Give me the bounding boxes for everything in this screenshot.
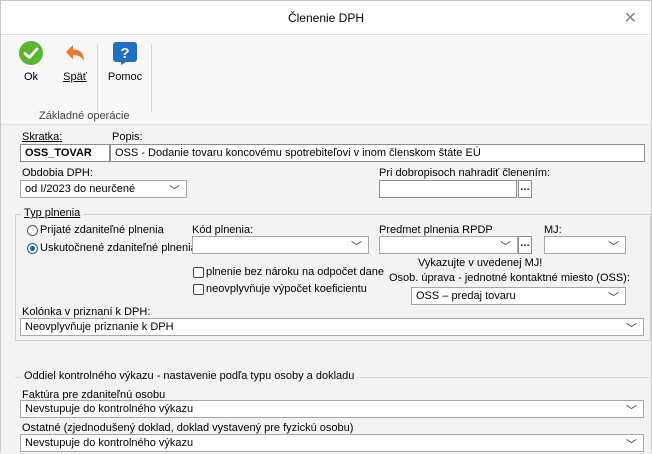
kolonka-value: Neovplyvňuje priznanie k DPH [25,321,174,333]
popis-input[interactable]: OSS - Dodanie tovaru koncovému spotrebit… [110,144,645,162]
osob-uprava-label: Osob. úprava - jednotné kontaktné miesto… [389,272,630,284]
skratka-label: Skratka: [22,131,62,143]
chevron-down-icon: ﹀ [626,405,637,417]
svg-text:?: ? [120,45,129,62]
dobropis-input[interactable] [379,180,517,198]
chevron-down-icon: ﹀ [626,323,637,335]
chevron-down-icon: ﹀ [608,241,619,253]
predmet-label: Predmet plnenia RPDP [379,224,493,236]
mj-select[interactable]: ﹀ [544,236,626,254]
radio-uskutocnene-label: Uskutočnené zdaniteľné plnenia [40,242,197,254]
undo-arrow-icon [66,45,84,61]
chevron-down-icon: ﹀ [626,439,637,451]
ribbon-separator [97,44,98,112]
faktura-value: Nevstupuje do kontrolného výkazu [25,403,194,415]
predmet-select[interactable]: ﹀ [379,236,518,254]
radio-uskutocnene[interactable] [27,243,38,254]
help-button[interactable]: ? Pomoc [105,40,145,83]
obdobia-select[interactable]: od I/2023 do neurčené ﹀ [20,180,187,198]
radio-prijate-label: Prijaté zdaniteľné plnenia [40,224,164,236]
help-label: Pomoc [107,71,143,83]
checkbox-neovplyvnuje[interactable] [193,284,204,295]
title-bar: Členenie DPH ✕ [1,1,651,35]
dialog-window: Členenie DPH ✕ Ok Späť ? Pomoc Základné … [0,0,652,454]
ribbon-group-label: Základné operácie [39,110,130,122]
skratka-input[interactable]: OSS_TOVAR [20,144,110,162]
obdobia-label: Obdobia DPH: [22,167,93,179]
chevron-down-icon: ﹀ [608,292,619,304]
ostatne-label: Ostatné (zjednodušený doklad, doklad vys… [22,422,354,434]
skratka-label-text: Skratka: [22,131,63,143]
ok-label: Ok [23,71,39,83]
dobropis-label: Pri dobropisoch nahradiť členením: [379,167,551,179]
back-button[interactable]: Späť [57,40,93,83]
ostatne-value: Nevstupuje do kontrolného výkazu [25,437,194,449]
close-icon[interactable]: ✕ [624,8,637,28]
chevron-down-icon: ﹀ [500,241,511,253]
radio-prijate[interactable] [27,225,38,236]
help-icon: ? [113,42,137,65]
popis-label: Popis: [112,131,143,143]
osob-uprava-select[interactable]: OSS – predaj tovaru ﹀ [411,287,626,305]
vykazujte-text: Vykazujte v uvedenej MJ! [418,257,543,269]
typ-plnenia-title-text: Typ plnenia [24,207,81,219]
form-area: Skratka: Popis: OSS_TOVAR OSS - Dodanie … [1,125,651,454]
ok-button[interactable]: Ok [13,40,49,83]
window-title: Členenie DPH [287,11,365,25]
kod-plnenia-select[interactable]: ﹀ [192,236,369,254]
typ-plnenia-title: Typ plnenia [21,207,84,219]
back-label: Späť [63,71,87,83]
osob-uprava-value: OSS – predaj tovaru [416,290,516,302]
dobropis-browse-button[interactable]: … [518,180,532,198]
ribbon-separator [151,44,152,112]
kolonka-label: Kolónka v priznaní k DPH: [22,306,151,318]
faktura-select[interactable]: Nevstupuje do kontrolného výkazu ﹀ [20,400,644,418]
checkbox-bez-naroku-label: plnenie bez nároku na odpočet dane [206,266,384,278]
obdobia-value: od I/2023 do neurčené [25,183,136,195]
checkbox-neovplyvnuje-label: neovplyvňuje výpočet koeficientu [206,283,367,295]
ostatne-select[interactable]: Nevstupuje do kontrolného výkazu ﹀ [20,434,644,452]
mj-label: MJ: [544,224,562,236]
chevron-down-icon: ﹀ [351,241,362,253]
checkbox-bez-naroku[interactable] [193,267,204,278]
kontrolny-section-title: Oddiel kontrolného výkazu - nastavenie p… [21,370,358,382]
predmet-browse-button[interactable]: … [518,236,532,254]
kolonka-select[interactable]: Neovplyvňuje priznanie k DPH ﹀ [20,318,644,336]
chevron-down-icon: ﹀ [169,185,180,197]
kod-plnenia-label: Kód plnenia: [192,224,254,236]
checkmark-icon [19,41,43,65]
ribbon: Ok Späť ? Pomoc Základné operácie [1,36,651,125]
